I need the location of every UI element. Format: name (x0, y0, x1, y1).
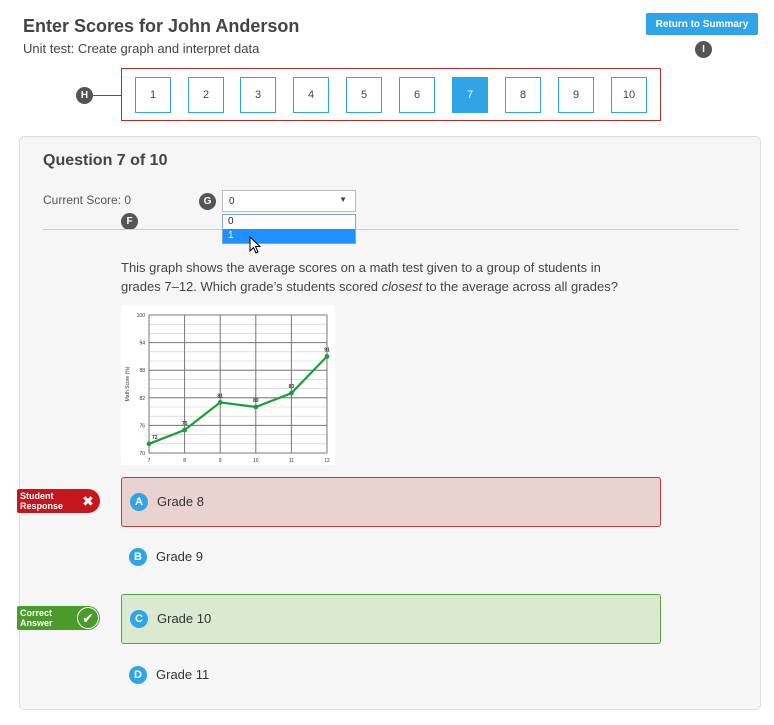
chart-x-tick-label: 11 (289, 458, 294, 464)
chart-series-line (148, 355, 328, 445)
chevron-down-icon: ▼ (339, 195, 347, 204)
score-select-value: 0 (229, 195, 235, 207)
mouse-cursor-icon (249, 236, 262, 254)
question-nav-button[interactable]: 5 (346, 77, 382, 113)
question-nav-button[interactable]: 9 (558, 77, 594, 113)
chart-y-tick-label: 94 (139, 341, 145, 347)
marker-f: F (121, 213, 138, 230)
answer-letter-b: B (129, 548, 147, 566)
chart-x-tick-label: 9 (219, 458, 222, 464)
answer-label-c: Grade 10 (157, 611, 212, 626)
question-nav: 1 2 3 4 5 6 7 8 9 10 (121, 68, 661, 121)
question-nav-button[interactable]: 8 (505, 77, 541, 113)
chart-data-point (324, 354, 330, 359)
chart-y-tick-label: 100 (137, 313, 146, 319)
question-nav-button-active[interactable]: 7 (452, 77, 488, 113)
answer-option-a[interactable]: A Grade 8 (121, 477, 661, 527)
chart-data-label: 81 (217, 393, 223, 399)
chart-y-axis-label: Math Score (%) (125, 366, 131, 401)
line-chart: 70 76 82 88 94 100 7 8 9 10 11 12 Math Score (%) 72 75… (121, 305, 335, 465)
answer-letter-d: D (129, 666, 147, 684)
chart-data-label: 83 (289, 384, 295, 390)
score-dropdown-list: 0 1 (222, 214, 356, 244)
question-nav-button[interactable]: 10 (611, 77, 647, 113)
score-select[interactable]: 0 ▼ (222, 190, 356, 212)
question-nav-button[interactable]: 6 (399, 77, 435, 113)
answer-label-d: Grade 11 (156, 667, 210, 682)
question-nav-button[interactable]: 4 (293, 77, 329, 113)
chart-data-point (289, 390, 294, 396)
student-response-tag-line2: Response (20, 501, 64, 511)
chart-y-tick-label: 76 (139, 423, 145, 429)
chart-x-tick-label: 8 (183, 458, 186, 464)
answer-letter-a: A (130, 493, 148, 511)
chart-y-tick-label: 82 (139, 396, 145, 402)
chart-y-tick-label: 88 (139, 368, 145, 374)
question-title: Question 7 of 10 (43, 152, 168, 169)
question-text-emphasis: closest (381, 279, 423, 294)
score-option-1[interactable]: 1 (223, 229, 355, 243)
current-score-label: Current Score: (43, 193, 122, 207)
correct-answer-tag-line1: Correct (20, 608, 53, 618)
answer-label-b: Grade 9 (156, 549, 203, 564)
question-text-part: grades 7–12. Which grade’s students scor… (121, 279, 382, 294)
student-response-tag: Student Response ✖ (17, 489, 100, 513)
marker-g: G (199, 193, 216, 210)
chart-data-point (146, 441, 152, 447)
correct-answer-tag: Correct Answer ✔ (17, 606, 100, 630)
chart-x-tick-label: 10 (253, 458, 259, 464)
question-nav-button[interactable]: 2 (188, 77, 224, 113)
chart-y-tick-label: 70 (139, 451, 145, 457)
answer-letter-c: C (130, 610, 148, 628)
chart-data-label: 75 (182, 421, 188, 427)
current-score-value: 0 (124, 193, 132, 207)
chart-data-point (182, 427, 187, 433)
page-title: Enter Scores for John Anderson (23, 16, 300, 36)
score-option-0[interactable]: 0 (223, 215, 355, 229)
current-score: Current Score: 0 (43, 193, 131, 207)
check-icon: ✔ (77, 607, 99, 629)
chart-data-label: 80 (253, 398, 259, 404)
answer-label-a: Grade 8 (157, 494, 204, 509)
correct-answer-tag-line2: Answer (20, 618, 53, 628)
student-response-tag-line1: Student (20, 491, 54, 501)
answer-option-d[interactable]: D Grade 11 (121, 651, 661, 701)
question-text: This graph shows the average scores on a… (121, 258, 641, 296)
chart-data-point (253, 404, 259, 410)
marker-i: I (695, 41, 712, 58)
question-nav-button[interactable]: 1 (135, 77, 171, 113)
question-text-part: to the average across all grades? (422, 279, 618, 294)
answer-option-b[interactable]: B Grade 9 (121, 533, 661, 583)
chart-data-point (217, 400, 223, 405)
marker-h-line (93, 95, 121, 96)
x-icon: ✖ (77, 490, 99, 512)
answer-option-c[interactable]: C Grade 10 (121, 594, 661, 644)
page-subtitle: Unit test: Create graph and interpret da… (23, 41, 260, 56)
question-text-line-1: This graph shows the average scores on a… (121, 260, 601, 275)
question-text-line-2: grades 7–12. Which grade’s students scor… (121, 277, 641, 296)
return-to-summary-button[interactable]: Return to Summary (646, 13, 758, 35)
question-nav-button[interactable]: 3 (240, 77, 276, 113)
chart-data-label: 91 (324, 347, 330, 353)
divider (43, 229, 739, 230)
marker-h: H (76, 87, 93, 104)
chart-data-label: 72 (152, 435, 158, 441)
chart-x-tick-label: 7 (148, 458, 151, 464)
chart-x-tick-label: 12 (324, 458, 330, 464)
